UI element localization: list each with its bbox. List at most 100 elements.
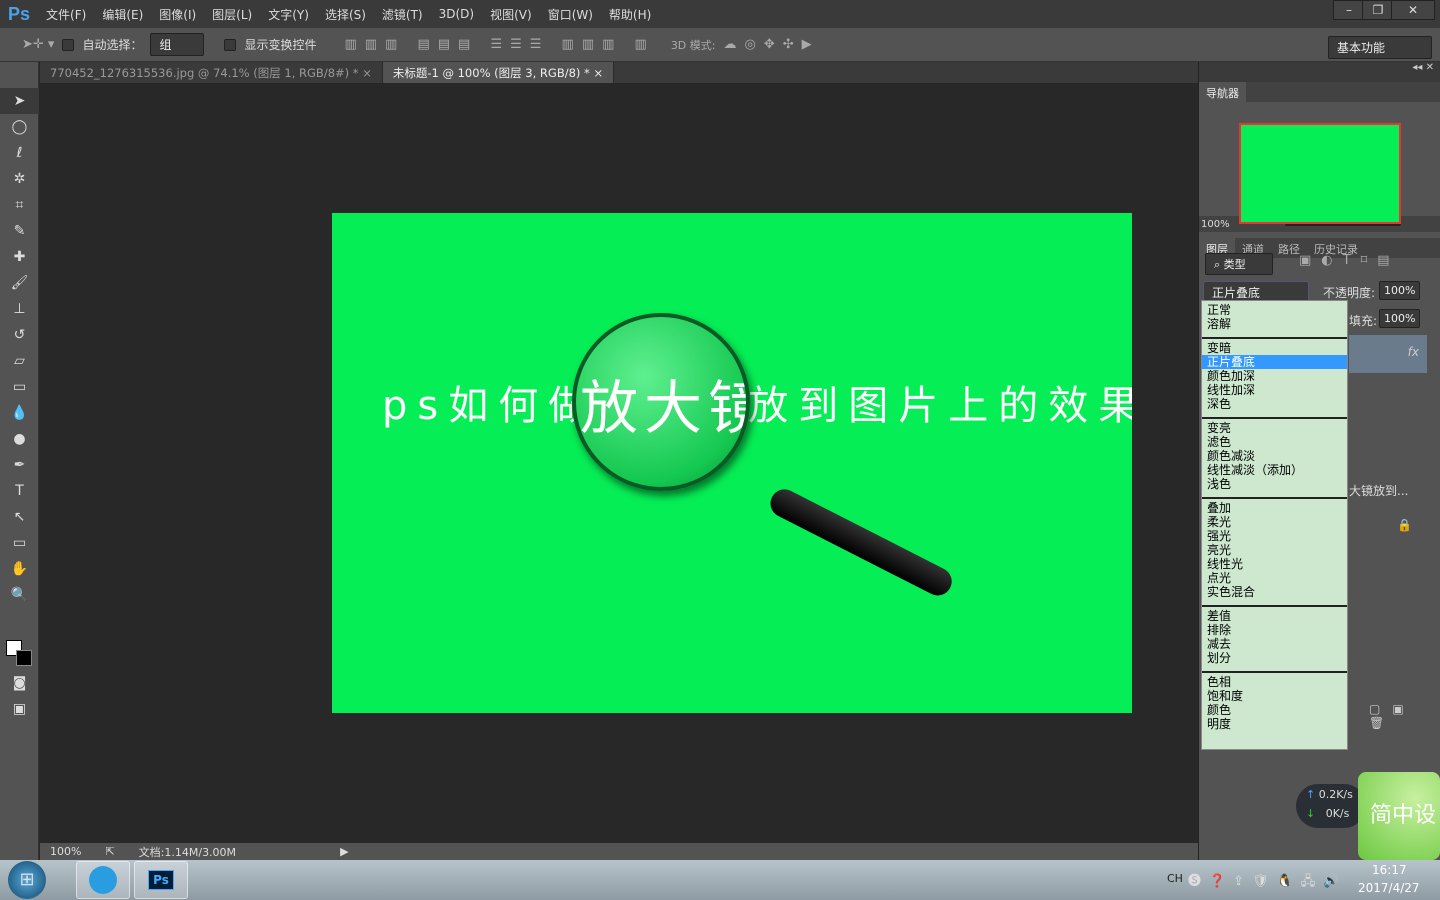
tools-panel: ➤ ◯ ℓ ✲ ⌗ ✎ ✚ 🖌 ⊥ ↺ ▱ ▭ 💧 ● ✒ T ↖ ▭ ✋ 🔍 … [0, 62, 39, 860]
status-zoom[interactable]: 100% [50, 845, 81, 858]
clock-date[interactable]: 2017/4/27 [1358, 881, 1420, 895]
blend-option[interactable]: 深色 [1202, 397, 1347, 411]
3d-tool-icons[interactable]: ☁◎✥✣▶ [723, 37, 819, 52]
blend-option[interactable]: 溶解 [1202, 317, 1347, 331]
blend-option[interactable]: 色相 [1202, 675, 1347, 689]
move-tool-icon[interactable]: ➤✛ ▾ [22, 37, 54, 52]
blend-option[interactable]: 差值 [1202, 609, 1347, 623]
minimize-button[interactable]: – [1333, 0, 1365, 20]
tab-document-1[interactable]: 770452_1276315536.jpg @ 74.1% (图层 1, RGB… [40, 62, 383, 83]
magic-wand-icon[interactable]: ✲ [0, 166, 39, 192]
close-tab-icon[interactable]: × [362, 66, 372, 80]
navigator-thumbnail[interactable] [1239, 123, 1401, 224]
panel-collapse-icon[interactable]: ◂◂ ✕ [1199, 62, 1440, 82]
restore-button[interactable]: ❐ [1362, 0, 1394, 20]
group-select[interactable]: 组 [150, 33, 205, 56]
blend-option[interactable]: 划分 [1202, 651, 1347, 665]
gradient-icon[interactable]: ▭ [0, 374, 39, 400]
status-arrow-icon[interactable]: ▶ [340, 845, 348, 858]
blend-option[interactable]: 排除 [1202, 623, 1347, 637]
background-color[interactable] [16, 650, 32, 666]
canvas-text: ps如何做放大镜放到图片上的效果 [382, 383, 1132, 429]
auto-select-checkbox[interactable] [62, 38, 75, 51]
menu-window[interactable]: 窗口(W) [548, 6, 593, 23]
menu-3d[interactable]: 3D(D) [439, 7, 474, 21]
path-select-icon[interactable]: ↖ [0, 504, 39, 530]
menu-help[interactable]: 帮助(H) [609, 6, 651, 23]
layer-actions[interactable]: ▢▣🗑 [1369, 702, 1440, 730]
close-tab-icon[interactable]: × [593, 66, 603, 80]
blend-option[interactable]: 变暗 [1202, 341, 1347, 355]
blend-option[interactable]: 亮光 [1202, 543, 1347, 557]
blend-option[interactable]: 叠加 [1202, 501, 1347, 515]
blend-option[interactable]: 滤色 [1202, 435, 1347, 449]
opacity-input[interactable]: 100% [1379, 281, 1421, 300]
menu-type[interactable]: 文字(Y) [268, 6, 309, 23]
blend-option[interactable]: 减去 [1202, 637, 1347, 651]
brush-tool-icon[interactable]: 🖌 [0, 270, 39, 296]
blend-option[interactable]: 浅色 [1202, 477, 1347, 491]
blend-option[interactable]: 柔光 [1202, 515, 1347, 529]
quick-mask-icon[interactable]: ◙ [0, 670, 39, 696]
screen-mode-icon[interactable]: ▣ [0, 696, 39, 722]
blend-option[interactable]: 颜色 [1202, 703, 1347, 717]
blend-option[interactable]: 点光 [1202, 571, 1347, 585]
blend-option[interactable]: 颜色加深 [1202, 369, 1347, 383]
stamp-tool-icon[interactable]: ⊥ [0, 296, 39, 322]
menu-file[interactable]: 文件(F) [46, 6, 86, 23]
navigator-tab[interactable]: 导航器 [1199, 82, 1246, 102]
layer-row-selected[interactable]: fx [1349, 335, 1427, 373]
dodge-tool-icon[interactable]: ● [0, 426, 39, 452]
blend-option[interactable]: 线性加深 [1202, 383, 1347, 397]
start-button[interactable]: ⊞ [8, 861, 46, 899]
menu-select[interactable]: 选择(S) [325, 6, 366, 23]
fill-input[interactable]: 100% [1379, 309, 1421, 328]
healing-brush-icon[interactable]: ✚ [0, 244, 39, 270]
align-icons[interactable]: ▥▥▥ ▤▤▤ ☰☰☰ ▥▥▥ ▥ [344, 37, 654, 52]
layer-filter-select[interactable]: ⌕ 类型 [1205, 253, 1273, 275]
browser-taskbar-button[interactable] [76, 861, 130, 899]
blend-option[interactable]: 变亮 [1202, 421, 1347, 435]
close-button[interactable]: ✕ [1391, 0, 1435, 20]
workspace-select[interactable]: 基本功能 [1328, 36, 1432, 59]
clock-time[interactable]: 16:17 [1372, 863, 1407, 877]
tab-document-2[interactable]: 未标题-1 @ 100% (图层 3, RGB/8) * × [382, 62, 615, 83]
marquee-tool-icon[interactable]: ◯ [0, 114, 39, 140]
blur-tool-icon[interactable]: 💧 [0, 400, 39, 426]
blend-option[interactable]: 正常 [1202, 303, 1347, 317]
type-tool-icon[interactable]: T [0, 478, 39, 504]
zoom-tool-icon[interactable]: 🔍 [0, 582, 39, 608]
tray-icons[interactable]: 🅢❓⇪🛡🐧🖧🔊 [1188, 870, 1347, 894]
layer-name[interactable]: 大镜放到... [1349, 482, 1408, 499]
show-transform-checkbox[interactable] [224, 38, 237, 51]
blend-option[interactable]: 明度 [1202, 717, 1347, 731]
shape-tool-icon[interactable]: ▭ [0, 530, 39, 556]
blend-option[interactable]: 实色混合 [1202, 585, 1347, 599]
move-tool-icon[interactable]: ➤ [0, 88, 39, 114]
eraser-icon[interactable]: ▱ [0, 348, 39, 374]
filter-icons[interactable]: ▣◐T⌑▤ [1299, 253, 1400, 268]
menu-edit[interactable]: 编辑(E) [102, 6, 143, 23]
pen-tool-icon[interactable]: ✒ [0, 452, 39, 478]
blend-option[interactable]: 正片叠底 [1202, 355, 1347, 369]
widget-logo[interactable]: 简中设 [1358, 772, 1440, 860]
language-indicator[interactable]: CH [1167, 872, 1183, 885]
blend-option[interactable]: 线性减淡（添加） [1202, 463, 1347, 477]
lasso-tool-icon[interactable]: ℓ [0, 140, 39, 166]
menu-view[interactable]: 视图(V) [490, 6, 532, 23]
export-icon[interactable]: ⇱ [105, 845, 114, 858]
blend-option[interactable]: 颜色减淡 [1202, 449, 1347, 463]
document-canvas[interactable]: ps如何做放大镜放到图片上的效果 放大镜 [332, 213, 1132, 713]
menu-image[interactable]: 图像(I) [159, 6, 196, 23]
eyedropper-icon[interactable]: ✎ [0, 218, 39, 244]
menu-filter[interactable]: 滤镜(T) [382, 6, 423, 23]
photoshop-taskbar-button[interactable]: Ps [134, 861, 188, 899]
menu-layer[interactable]: 图层(L) [212, 6, 252, 23]
blend-option[interactable]: 饱和度 [1202, 689, 1347, 703]
hand-tool-icon[interactable]: ✋ [0, 556, 39, 582]
blend-option[interactable]: 线性光 [1202, 557, 1347, 571]
document-tabs: 770452_1276315536.jpg @ 74.1% (图层 1, RGB… [40, 62, 1198, 83]
history-brush-icon[interactable]: ↺ [0, 322, 39, 348]
crop-tool-icon[interactable]: ⌗ [0, 192, 39, 218]
blend-option[interactable]: 强光 [1202, 529, 1347, 543]
